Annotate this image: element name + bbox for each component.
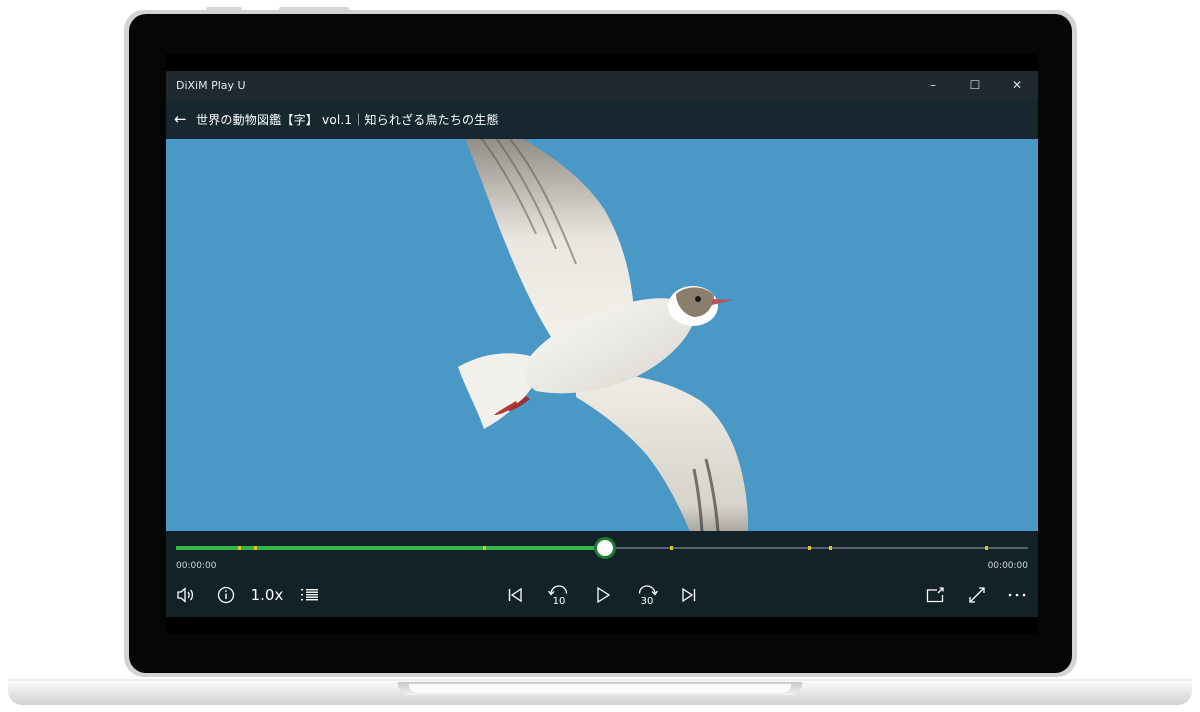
playback-speed-button[interactable]: 1.0x xyxy=(250,583,284,607)
fullscreen-icon xyxy=(969,587,985,603)
minimize-button[interactable]: – xyxy=(912,71,954,99)
video-image-bird xyxy=(166,139,1038,531)
video-frame[interactable] xyxy=(166,139,1038,531)
time-elapsed: 00:00:00 xyxy=(176,561,217,571)
playlist-button[interactable] xyxy=(299,583,321,607)
previous-track-button[interactable] xyxy=(504,583,526,607)
volume-button[interactable] xyxy=(176,583,196,607)
rewind-10-icon: 10 xyxy=(547,585,568,607)
rewind-10-button[interactable]: 10 xyxy=(546,583,570,607)
back-button[interactable]: ← xyxy=(166,110,196,128)
cast-icon xyxy=(926,587,944,603)
more-button[interactable] xyxy=(1006,583,1028,607)
player-header: ← 世界の動物図鑑【字】 vol.1｜知られざる鳥たちの生態 xyxy=(166,99,1038,139)
window-titlebar: DiXiM Play U – ☐ ✕ xyxy=(166,71,1038,99)
video-title: 世界の動物図鑑【字】 vol.1｜知られざる鳥たちの生態 xyxy=(196,112,499,127)
chapter-marker xyxy=(828,546,832,550)
screen: DiXiM Play U – ☐ ✕ ← 世界の動物図鑑【字】 vol.1｜知ら… xyxy=(166,53,1038,633)
player-controls: 00:00:00 00:00:00 1.0x 10 30 xyxy=(166,531,1038,617)
laptop-notch-inner xyxy=(409,684,791,693)
info-icon xyxy=(217,586,235,604)
forward-30-icon: 30 xyxy=(638,585,659,607)
more-icon xyxy=(1008,593,1026,597)
time-total: 00:00:00 xyxy=(987,561,1028,571)
info-button[interactable] xyxy=(216,583,236,607)
close-button[interactable]: ✕ xyxy=(996,71,1038,99)
next-track-button[interactable] xyxy=(678,583,700,607)
cast-button[interactable] xyxy=(924,583,946,607)
chapter-marker xyxy=(670,546,674,550)
previous-track-icon xyxy=(508,587,522,603)
play-button[interactable] xyxy=(592,583,614,607)
playlist-icon xyxy=(301,589,318,601)
seek-bar[interactable] xyxy=(176,537,1028,559)
chapter-marker xyxy=(254,546,258,550)
next-track-icon xyxy=(682,587,696,603)
play-icon xyxy=(597,586,611,604)
chapter-marker xyxy=(482,546,486,550)
chapter-marker xyxy=(238,546,242,550)
rewind-seconds-label: 10 xyxy=(553,596,566,607)
forward-30-button[interactable]: 30 xyxy=(636,583,660,607)
chapter-marker xyxy=(808,546,812,550)
forward-seconds-label: 30 xyxy=(641,596,654,607)
app-name: DiXiM Play U xyxy=(176,78,246,92)
chapter-marker xyxy=(985,546,989,550)
fullscreen-button[interactable] xyxy=(966,583,988,607)
maximize-button[interactable]: ☐ xyxy=(954,71,996,99)
screen-bottom-strip xyxy=(166,617,1038,633)
volume-icon xyxy=(177,587,194,603)
seek-thumb[interactable] xyxy=(593,537,616,559)
